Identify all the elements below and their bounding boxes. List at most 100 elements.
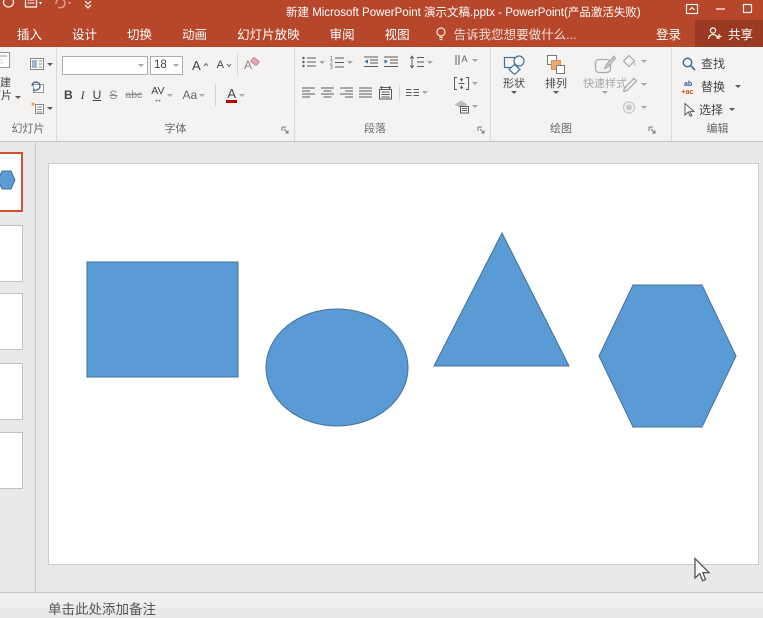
notes-pane[interactable]: 单击此处添加备注 bbox=[0, 592, 763, 608]
new-slide-button[interactable]: 新建 幻灯片 bbox=[0, 51, 27, 103]
paragraph-dialog-launcher[interactable] bbox=[476, 125, 486, 135]
justify-icon bbox=[358, 86, 373, 99]
shape-ellipse[interactable] bbox=[266, 309, 408, 426]
editing-group-label: 编辑 bbox=[672, 120, 763, 136]
align-left-button[interactable] bbox=[300, 85, 317, 100]
bold-button[interactable]: B bbox=[64, 88, 73, 102]
line-spacing-button[interactable] bbox=[408, 54, 434, 70]
shrink-arrow-icon bbox=[226, 62, 232, 68]
clear-formatting-button[interactable]: A bbox=[242, 56, 261, 74]
thumbnail-shape-preview bbox=[0, 168, 16, 194]
tab-review[interactable]: 审阅 bbox=[315, 20, 370, 47]
shape-effects-button[interactable] bbox=[622, 99, 647, 116]
shape-rectangle[interactable] bbox=[87, 262, 238, 377]
shape-effects-icon bbox=[622, 100, 638, 115]
lightbulb-icon bbox=[435, 26, 447, 42]
bullets-button[interactable] bbox=[300, 54, 326, 70]
convert-to-smartart-button[interactable] bbox=[453, 98, 478, 114]
text-direction-icon: A bbox=[453, 53, 470, 68]
grow-arrow-icon bbox=[203, 62, 209, 68]
shape-outline-button[interactable] bbox=[622, 76, 647, 93]
slide-thumbnail-pane[interactable] bbox=[0, 142, 36, 592]
section-button[interactable] bbox=[29, 99, 53, 117]
shape-hexagon[interactable] bbox=[599, 285, 736, 427]
slide-thumbnail-1-selected[interactable] bbox=[0, 152, 23, 212]
decrease-indent-icon bbox=[363, 55, 379, 69]
minimize-icon[interactable] bbox=[715, 2, 726, 15]
shape-triangle[interactable] bbox=[434, 233, 569, 366]
ribbon: 新建 幻灯片 幻灯片 18 A A bbox=[0, 47, 763, 142]
shrink-font-button[interactable]: A bbox=[216, 58, 233, 72]
align-center-button[interactable] bbox=[319, 85, 336, 100]
italic-button[interactable]: I bbox=[81, 88, 85, 103]
align-right-icon bbox=[339, 86, 354, 99]
arrange-icon bbox=[543, 53, 569, 77]
underline-button[interactable]: U bbox=[93, 88, 102, 102]
tab-transitions[interactable]: 切换 bbox=[112, 20, 167, 47]
slide-thumbnail-5[interactable] bbox=[0, 432, 23, 489]
tab-slideshow[interactable]: 幻灯片放映 bbox=[222, 20, 315, 47]
align-right-button[interactable] bbox=[338, 85, 355, 100]
svg-text:+ac: +ac bbox=[682, 89, 694, 95]
increase-indent-icon bbox=[383, 55, 399, 69]
touch-mode-icon[interactable] bbox=[2, 0, 15, 10]
tab-insert[interactable]: 插入 bbox=[2, 20, 57, 47]
decrease-indent-button[interactable] bbox=[362, 54, 380, 70]
font-group-label: 字体 bbox=[57, 120, 294, 136]
numbering-button[interactable]: 123 bbox=[328, 54, 354, 70]
text-shadow-button[interactable]: S bbox=[109, 88, 117, 102]
arrange-button[interactable]: 排列 bbox=[535, 51, 577, 94]
tell-me-box[interactable]: 告诉我您想要做什么... bbox=[435, 20, 577, 47]
slide-thumbnail-2[interactable] bbox=[0, 225, 23, 282]
shape-fill-icon bbox=[622, 54, 638, 69]
slide-canvas[interactable] bbox=[48, 163, 759, 565]
customize-qat-icon[interactable] bbox=[82, 0, 94, 10]
new-slide-icon bbox=[0, 51, 13, 73]
save-icon[interactable] bbox=[24, 0, 44, 10]
font-dialog-launcher[interactable] bbox=[280, 125, 290, 135]
select-cursor-icon bbox=[681, 102, 695, 118]
shapes-icon bbox=[501, 53, 527, 77]
ribbon-group-editing: 查找 ab+ac 替换 选择 编辑 bbox=[672, 47, 763, 141]
tell-me-label: 告诉我您想要做什么... bbox=[454, 24, 577, 43]
sign-in-button[interactable]: 登录 bbox=[642, 20, 695, 47]
align-text-button[interactable] bbox=[453, 75, 478, 91]
tab-design[interactable]: 设计 bbox=[57, 20, 112, 47]
shape-fill-button[interactable] bbox=[622, 53, 647, 70]
font-color-button[interactable]: A bbox=[225, 87, 246, 104]
slide-thumbnail-3[interactable] bbox=[0, 293, 23, 350]
drawing-dialog-launcher[interactable] bbox=[647, 125, 657, 135]
shapes-button[interactable]: 形状 bbox=[493, 51, 535, 94]
grow-font-button[interactable]: A bbox=[191, 57, 210, 74]
increase-indent-button[interactable] bbox=[382, 54, 400, 70]
ribbon-group-font: 18 A A A B I U S abc AV↔ Aa A 字体 bbox=[57, 47, 295, 141]
replace-button[interactable]: ab+ac 替换 bbox=[681, 78, 741, 95]
select-button[interactable]: 选择 bbox=[681, 101, 735, 118]
find-button[interactable]: 查找 bbox=[681, 55, 725, 72]
ribbon-display-options-icon[interactable] bbox=[685, 2, 699, 15]
align-center-icon bbox=[320, 86, 335, 99]
replace-icon: ab+ac bbox=[681, 79, 697, 95]
tab-animations[interactable]: 动画 bbox=[167, 20, 222, 47]
font-size-combobox[interactable]: 18 bbox=[150, 56, 183, 75]
text-direction-button[interactable]: A bbox=[453, 52, 478, 68]
character-spacing-button[interactable]: AV↔ bbox=[150, 86, 173, 105]
undo-icon[interactable] bbox=[53, 0, 73, 10]
maximize-icon[interactable] bbox=[742, 2, 753, 15]
distribute-text-button[interactable] bbox=[376, 84, 395, 101]
ribbon-tab-bar: 插入 设计 切换 动画 幻灯片放映 审阅 视图 告诉我您想要做什么... 登录 … bbox=[0, 20, 763, 47]
quick-styles-icon bbox=[592, 53, 618, 77]
change-case-button[interactable]: Aa bbox=[182, 87, 207, 103]
slide-layout-button[interactable] bbox=[29, 55, 53, 73]
notes-placeholder: 单击此处添加备注 bbox=[48, 602, 156, 617]
window-title: 新建 Microsoft PowerPoint 演示文稿.pptx - Powe… bbox=[286, 4, 641, 20]
reset-slide-button[interactable] bbox=[29, 77, 45, 95]
share-button[interactable]: 共享 bbox=[695, 20, 763, 47]
strikethrough-button[interactable]: abc bbox=[125, 89, 142, 101]
slide-thumbnail-4[interactable] bbox=[0, 363, 23, 420]
tab-view[interactable]: 视图 bbox=[370, 20, 425, 47]
columns-button[interactable] bbox=[404, 85, 429, 100]
quick-access-toolbar bbox=[2, 0, 94, 10]
font-name-combobox[interactable] bbox=[62, 56, 148, 75]
justify-button[interactable] bbox=[357, 85, 374, 100]
